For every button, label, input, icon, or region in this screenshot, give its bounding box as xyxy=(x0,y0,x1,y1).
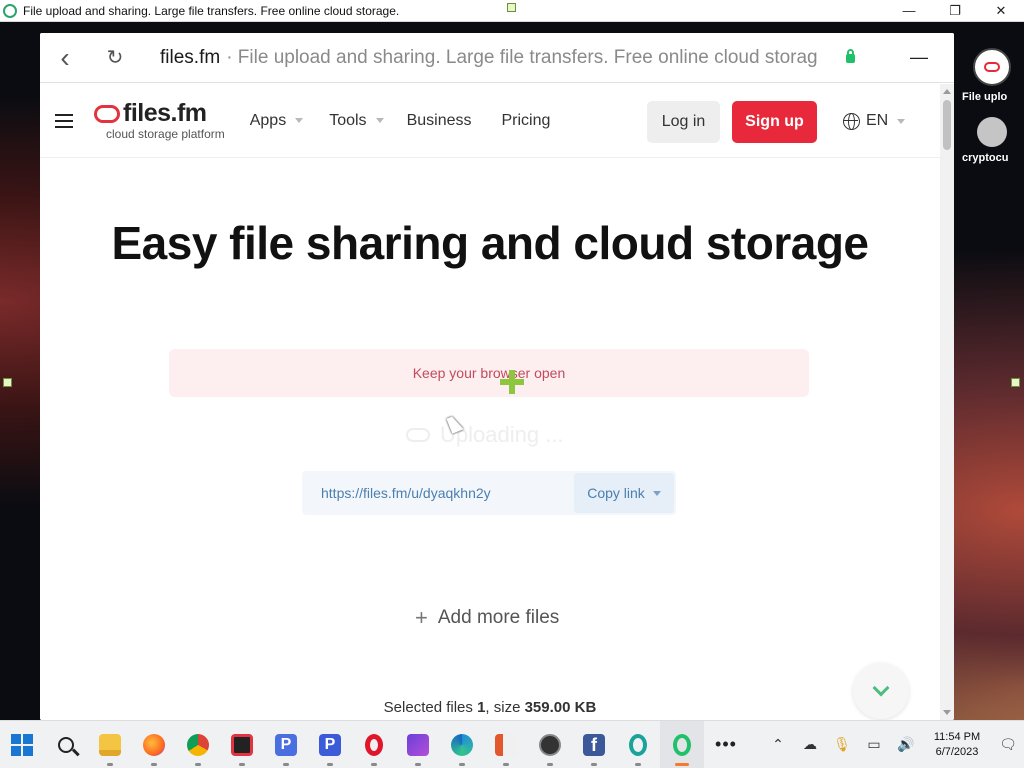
nav-pricing[interactable]: Pricing xyxy=(501,112,550,130)
page-scrollbar[interactable] xyxy=(940,84,954,720)
p-app-icon[interactable]: P xyxy=(264,721,308,768)
resize-handle-right[interactable] xyxy=(1011,378,1020,387)
size-label: , size xyxy=(485,699,521,716)
reload-button[interactable]: ↻ xyxy=(90,33,140,83)
add-more-files-button[interactable]: + Add more files xyxy=(415,605,559,631)
chrome-icon[interactable] xyxy=(176,721,220,768)
cloud-logo-icon xyxy=(94,104,120,123)
nav-tools[interactable]: Tools xyxy=(329,111,384,130)
lock-icon[interactable] xyxy=(846,49,856,63)
desktop-shortcut-file-upload[interactable]: File uplo xyxy=(960,48,1024,103)
language-label: EN xyxy=(866,112,889,129)
signup-button[interactable]: Sign up xyxy=(732,101,817,143)
search-icon[interactable] xyxy=(44,721,88,768)
clock-time: 11:54 PM xyxy=(933,730,981,743)
window-title: File upload and sharing. Large file tran… xyxy=(23,3,400,18)
selected-files-size: 359.00 KB xyxy=(524,699,597,716)
files-fm-icon xyxy=(973,48,1011,86)
shortcut-label: File uplo xyxy=(962,91,1008,103)
nav-apps[interactable]: Apps xyxy=(249,111,304,130)
nav-business[interactable]: Business xyxy=(407,112,472,130)
chevron-down-icon xyxy=(897,118,906,124)
file-explorer-icon[interactable] xyxy=(88,721,132,768)
login-button[interactable]: Log in xyxy=(647,101,720,143)
copy-link-button[interactable]: Copy link xyxy=(574,473,674,513)
opera-active-icon[interactable] xyxy=(660,720,704,768)
office-icon[interactable] xyxy=(484,721,528,768)
globe-icon xyxy=(843,112,860,130)
scrollbar-thumb[interactable] xyxy=(943,100,951,150)
page-title-in-address[interactable]: · File upload and sharing. Large file tr… xyxy=(226,47,838,69)
language-selector[interactable]: EN xyxy=(843,112,906,130)
chevron-down-icon xyxy=(872,679,890,697)
address-bar[interactable]: ‹ ↻ files.fm · File upload and sharing. … xyxy=(40,33,954,83)
copy-link-label: Copy link xyxy=(587,485,645,501)
share-link-box: https://files.fm/u/dyaqkhn2y Copy link xyxy=(302,471,676,515)
clock[interactable]: 11:54 PM 6/7/2023 xyxy=(922,730,992,760)
url-domain[interactable]: files.fm xyxy=(160,47,220,69)
logo-name: files.fm xyxy=(123,99,207,127)
selected-files-summary: Selected files 1, size 359.00 KB xyxy=(40,699,940,716)
microphone-icon[interactable]: 🎙 xyxy=(826,721,858,768)
desktop-shortcuts: File uplo cryptocu xyxy=(960,48,1024,178)
chevron-down-icon xyxy=(295,118,304,123)
site-navbar: files.fm cloud storage platform Apps Too… xyxy=(40,84,940,158)
selected-files-label: Selected files xyxy=(383,699,473,716)
volume-icon[interactable]: 🔊 xyxy=(890,721,922,768)
back-button[interactable]: ‹ xyxy=(40,33,90,83)
maximize-button[interactable]: ❐ xyxy=(932,0,978,22)
video-editor-icon[interactable] xyxy=(396,721,440,768)
share-url-field[interactable]: https://files.fm/u/dyaqkhn2y xyxy=(302,485,574,501)
opera-icon[interactable] xyxy=(352,721,396,768)
nav-pricing-label: Pricing xyxy=(501,111,551,129)
plus-icon: + xyxy=(415,605,428,630)
add-more-label: Add more files xyxy=(437,607,560,628)
chevron-up-icon[interactable]: ⌃ xyxy=(762,721,794,768)
close-button[interactable]: ✕ xyxy=(978,0,1024,22)
firefox-icon[interactable] xyxy=(132,721,176,768)
desktop-shortcut-crypto[interactable]: cryptocu xyxy=(960,117,1024,164)
windows-start-icon[interactable] xyxy=(0,721,44,768)
chevron-down-icon xyxy=(375,118,384,123)
keep-browser-open-notice: Keep your browser open xyxy=(169,349,809,397)
shortcut-label: cryptocu xyxy=(962,152,1009,164)
resize-handle-left[interactable] xyxy=(3,378,12,387)
facebook-icon[interactable]: f xyxy=(572,721,616,768)
chevron-down-icon xyxy=(652,490,661,496)
web-page: files.fm cloud storage platform Apps Too… xyxy=(40,84,940,720)
p-app-2-icon[interactable]: P xyxy=(308,721,352,768)
back-icon: ‹ xyxy=(60,41,70,73)
hamburger-menu-icon[interactable] xyxy=(55,113,73,128)
browser-minimize-button[interactable]: — xyxy=(884,47,954,68)
browser-window: ‹ ↻ files.fm · File upload and sharing. … xyxy=(40,33,954,720)
nav-tools-label: Tools xyxy=(329,111,367,129)
system-tray: ⌃ ☁ 🎙 ▭ 🔊 11:54 PM 6/7/2023 🗨 xyxy=(762,721,1024,768)
reload-icon: ↻ xyxy=(106,47,124,69)
more-icon[interactable]: ••• xyxy=(704,721,748,768)
notification-icon[interactable]: 🗨 xyxy=(992,721,1024,768)
network-icon[interactable]: ▭ xyxy=(858,721,890,768)
scroll-down-arrow-icon[interactable] xyxy=(943,710,951,715)
scroll-up-arrow-icon[interactable] xyxy=(943,89,951,94)
logo-tagline: cloud storage platform xyxy=(106,127,225,141)
opera-gx-icon[interactable] xyxy=(616,721,660,768)
minimize-button[interactable]: — xyxy=(886,0,932,22)
clock-date: 6/7/2023 xyxy=(935,745,979,758)
move-cursor-icon xyxy=(500,370,524,394)
taskbar: P P f ••• ⌃ ☁ 🎙 ▭ 🔊 11:54 PM 6/7/2023 🗨 xyxy=(0,720,1024,768)
onedrive-icon[interactable]: ☁ xyxy=(794,721,826,768)
nav-apps-label: Apps xyxy=(249,111,287,129)
crypto-icon xyxy=(977,117,1007,147)
page-headline: Easy file sharing and cloud storage xyxy=(111,217,869,269)
cloud-upload-icon xyxy=(406,428,430,442)
nav-business-label: Business xyxy=(406,111,472,129)
site-logo[interactable]: files.fm cloud storage platform xyxy=(94,101,225,140)
screen-recorder-icon[interactable] xyxy=(220,721,264,768)
edge-icon[interactable] xyxy=(440,721,484,768)
app-icon xyxy=(3,3,17,18)
uploading-status: Uploading ... xyxy=(406,422,564,448)
media-player-icon[interactable] xyxy=(528,721,572,768)
resize-handle-top[interactable] xyxy=(507,3,516,12)
